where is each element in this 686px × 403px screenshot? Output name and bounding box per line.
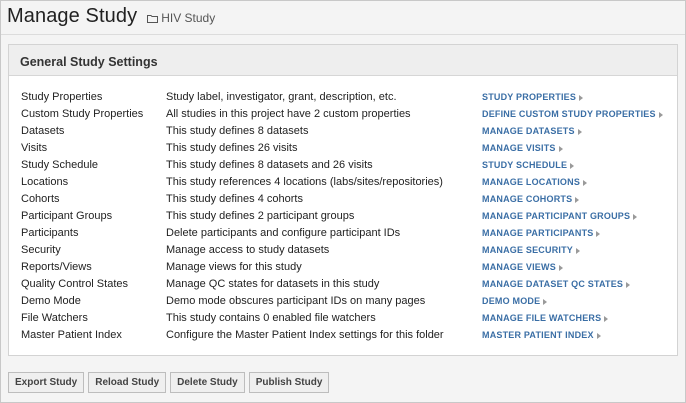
- manage-participants-link[interactable]: MANAGE PARTICIPANTS: [482, 227, 601, 239]
- chevron-right-icon: [596, 230, 601, 237]
- chevron-right-icon: [570, 162, 575, 169]
- chevron-right-icon: [596, 332, 601, 339]
- setting-description: Manage views for this study: [166, 260, 302, 273]
- breadcrumb-folder-link[interactable]: HIV Study: [161, 11, 215, 25]
- setting-name: Quality Control States: [21, 277, 128, 290]
- manage-participant-groups-link[interactable]: MANAGE PARTICIPANT GROUPS: [482, 210, 638, 222]
- table-row: Demo Mode Demo mode obscures participant…: [21, 292, 672, 309]
- table-row: Participants Delete participants and con…: [21, 224, 672, 241]
- setting-description: This study defines 8 datasets and 26 vis…: [166, 158, 373, 171]
- chevron-right-icon: [576, 247, 581, 254]
- demo-mode-link[interactable]: DEMO MODE: [482, 295, 548, 307]
- setting-name: Study Schedule: [21, 158, 99, 171]
- setting-name: Participant Groups: [21, 209, 113, 222]
- setting-description: This study defines 2 participant groups: [166, 209, 355, 222]
- manage-cohorts-link[interactable]: MANAGE COHORTS: [482, 193, 580, 205]
- setting-description: Manage access to study datasets: [166, 243, 330, 256]
- table-row: Participant Groups This study defines 2 …: [21, 207, 672, 224]
- table-row: Quality Control States Manage QC states …: [21, 275, 672, 292]
- table-row: File Watchers This study contains 0 enab…: [21, 309, 672, 326]
- manage-security-link[interactable]: MANAGE SECURITY: [482, 244, 581, 256]
- table-row: Datasets This study defines 8 datasets M…: [21, 122, 672, 139]
- setting-description: Delete participants and configure partic…: [166, 226, 401, 239]
- setting-description: This study contains 0 enabled file watch…: [166, 311, 376, 324]
- study-properties-link[interactable]: STUDY PROPERTIES: [482, 91, 584, 103]
- export-study-button[interactable]: Export Study: [8, 372, 85, 393]
- manage-views-link[interactable]: MANAGE VIEWS: [482, 261, 563, 273]
- folder-icon: [147, 15, 159, 23]
- manage-file-watchers-link[interactable]: MANAGE FILE WATCHERS: [482, 312, 609, 324]
- setting-name: File Watchers: [21, 311, 88, 324]
- general-study-settings-panel: General Study Settings Study Properties …: [8, 44, 678, 356]
- panel-header: General Study Settings: [9, 45, 677, 76]
- table-row: Cohorts This study defines 4 cohorts MAN…: [21, 190, 672, 207]
- chevron-right-icon: [575, 196, 580, 203]
- chevron-right-icon: [558, 145, 563, 152]
- chevron-right-icon: [577, 128, 582, 135]
- settings-table: Study Properties Study label, investigat…: [21, 88, 672, 343]
- chevron-right-icon: [633, 213, 638, 220]
- setting-name: Study Properties: [21, 90, 103, 103]
- setting-name: Demo Mode: [21, 294, 81, 307]
- table-row: Reports/Views Manage views for this stud…: [21, 258, 672, 275]
- table-row: Custom Study Properties All studies in t…: [21, 105, 672, 122]
- table-row: Master Patient Index Configure the Maste…: [21, 326, 672, 343]
- table-row: Visits This study defines 26 visits MANA…: [21, 139, 672, 156]
- breadcrumb[interactable]: HIV Study: [147, 11, 215, 25]
- page-header: Manage Study HIV Study: [7, 5, 215, 28]
- setting-description: Manage QC states for datasets in this st…: [166, 277, 380, 290]
- chevron-right-icon: [658, 111, 663, 118]
- manage-datasets-link[interactable]: MANAGE DATASETS: [482, 125, 582, 137]
- chevron-right-icon: [558, 264, 563, 271]
- setting-name: Cohorts: [21, 192, 60, 205]
- manage-visits-link[interactable]: MANAGE VISITS: [482, 142, 563, 154]
- master-patient-index-link[interactable]: MASTER PATIENT INDEX: [482, 329, 601, 341]
- setting-description: All studies in this project have 2 custo…: [166, 107, 411, 120]
- manage-dataset-qc-states-link[interactable]: MANAGE DATASET QC STATES: [482, 278, 631, 290]
- table-row: Security Manage access to study datasets…: [21, 241, 672, 258]
- table-row: Study Properties Study label, investigat…: [21, 88, 672, 105]
- setting-name: Custom Study Properties: [21, 107, 144, 120]
- setting-description: Study label, investigator, grant, descri…: [166, 90, 397, 103]
- chevron-right-icon: [583, 179, 588, 186]
- delete-study-button[interactable]: Delete Study: [170, 372, 245, 393]
- reload-study-button[interactable]: Reload Study: [88, 372, 167, 393]
- setting-name: Visits: [21, 141, 48, 154]
- setting-description: Demo mode obscures participant IDs on ma…: [166, 294, 426, 307]
- chevron-right-icon: [626, 281, 631, 288]
- setting-description: Configure the Master Patient Index setti…: [166, 328, 444, 341]
- manage-locations-link[interactable]: MANAGE LOCATIONS: [482, 176, 588, 188]
- define-custom-study-properties-link[interactable]: DEFINE CUSTOM STUDY PROPERTIES: [482, 108, 663, 120]
- panel-title: General Study Settings: [20, 55, 158, 69]
- chevron-right-icon: [579, 94, 584, 101]
- setting-description: This study defines 26 visits: [166, 141, 298, 154]
- action-button-row: Export Study Reload Study Delete Study P…: [8, 372, 333, 393]
- header-divider: [1, 34, 685, 35]
- setting-name: Master Patient Index: [21, 328, 122, 341]
- publish-study-button[interactable]: Publish Study: [248, 372, 330, 393]
- study-schedule-link[interactable]: STUDY SCHEDULE: [482, 159, 575, 171]
- page-title: Manage Study: [7, 5, 138, 27]
- setting-description: This study defines 4 cohorts: [166, 192, 303, 205]
- setting-name: Datasets: [21, 124, 65, 137]
- setting-name: Reports/Views: [21, 260, 92, 273]
- setting-name: Participants: [21, 226, 79, 239]
- setting-name: Security: [21, 243, 61, 256]
- setting-description: This study references 4 locations (labs/…: [166, 175, 443, 188]
- setting-name: Locations: [21, 175, 69, 188]
- table-row: Study Schedule This study defines 8 data…: [21, 156, 672, 173]
- table-row: Locations This study references 4 locati…: [21, 173, 672, 190]
- chevron-right-icon: [543, 298, 548, 305]
- setting-description: This study defines 8 datasets: [166, 124, 309, 137]
- chevron-right-icon: [604, 315, 609, 322]
